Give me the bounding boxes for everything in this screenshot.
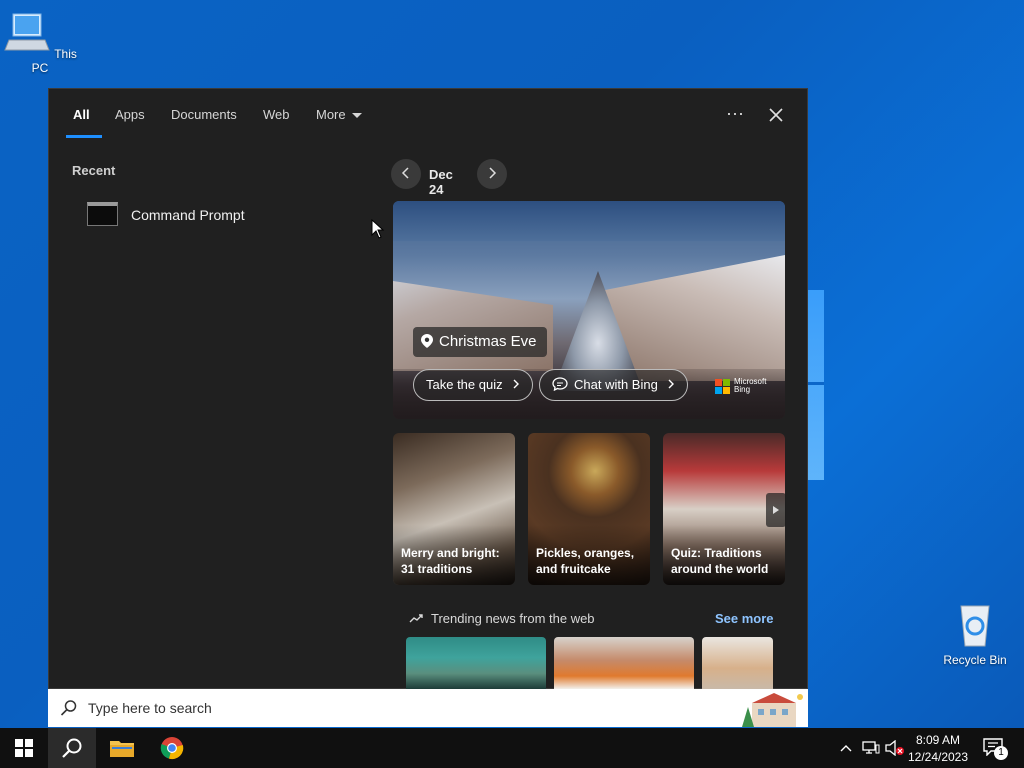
- desktop-icon-this-pc[interactable]: This PC: [0, 10, 80, 75]
- chevron-down-icon: [351, 113, 362, 119]
- tab-apps[interactable]: Apps: [115, 107, 145, 122]
- recent-item-command-prompt[interactable]: Command Prompt: [87, 201, 347, 229]
- tab-all[interactable]: All: [73, 107, 90, 122]
- close-icon: [769, 108, 783, 122]
- windows-logo-icon: [15, 739, 33, 757]
- hero-image-buildings-right: [605, 255, 785, 381]
- see-more-link[interactable]: See more: [715, 611, 774, 626]
- card-pickles-oranges[interactable]: Pickles, oranges, and fruitcake: [528, 433, 650, 585]
- take-quiz-button[interactable]: Take the quiz: [413, 369, 534, 401]
- chevron-left-icon: [401, 167, 409, 179]
- recycle-bin-icon: [960, 605, 990, 647]
- highlight-title: Christmas Eve: [413, 327, 547, 357]
- chevron-up-icon[interactable]: [840, 744, 852, 752]
- ellipsis-icon[interactable]: ···: [721, 103, 749, 127]
- search-icon: [62, 738, 82, 758]
- brand-line-2: Bing: [734, 385, 751, 394]
- network-icon[interactable]: [862, 740, 880, 756]
- bing-brand-text: Microsoft Bing: [734, 378, 766, 394]
- volume-muted-icon[interactable]: [885, 740, 905, 756]
- trending-heading-text: Trending news from the web: [431, 611, 595, 626]
- search-icon: [60, 700, 77, 716]
- chevron-right-icon: [513, 379, 520, 389]
- search-highlight-card[interactable]: Christmas Eve Take the quiz Chat with Bi…: [393, 201, 785, 419]
- highlight-title-text: Christmas Eve: [439, 333, 537, 350]
- search-highlight-doodle-icon: [742, 693, 803, 727]
- tab-more[interactable]: More: [316, 107, 362, 122]
- location-pin-icon: [421, 334, 433, 348]
- tab-documents[interactable]: Documents: [171, 107, 237, 122]
- tab-web[interactable]: Web: [263, 107, 290, 122]
- trending-arrow-icon: [409, 614, 423, 623]
- mouse-cursor-icon: [371, 219, 385, 239]
- card-caption: Pickles, oranges, and fruitcake: [536, 546, 635, 576]
- chat-with-bing-label: Chat with Bing: [574, 377, 658, 392]
- active-tab-indicator: [66, 135, 102, 138]
- notification-count-badge: 1: [994, 746, 1008, 760]
- desktop-icon-label: Recycle Bin: [943, 653, 1007, 667]
- microsoft-bing-logo: Microsoft Bing: [715, 377, 785, 395]
- taskbar-search-button[interactable]: [48, 728, 96, 768]
- close-button[interactable]: [762, 103, 790, 127]
- take-quiz-label: Take the quiz: [426, 377, 503, 392]
- clock-date[interactable]: 12/24/2023: [906, 750, 970, 764]
- recent-item-label: Command Prompt: [131, 207, 245, 223]
- folder-icon: [110, 741, 134, 757]
- trending-thumbnail[interactable]: [554, 637, 694, 689]
- hero-image-sky: [393, 201, 785, 241]
- tab-more-label: More: [316, 107, 346, 122]
- previous-day-button[interactable]: [391, 159, 421, 189]
- desktop-icon-recycle-bin[interactable]: Recycle Bin: [935, 602, 1015, 667]
- trending-heading: Trending news from the web: [409, 611, 595, 626]
- computer-icon: [4, 13, 50, 51]
- cards-scroll-right-button[interactable]: [766, 493, 786, 527]
- action-center-button[interactable]: 1: [980, 736, 1010, 762]
- start-button[interactable]: [0, 728, 48, 768]
- play-right-icon: [773, 506, 779, 514]
- chat-with-bing-button[interactable]: Chat with Bing: [539, 369, 689, 401]
- taskbar-file-explorer[interactable]: [98, 728, 146, 768]
- chat-bubble-icon: [552, 377, 568, 392]
- search-tabs: All Apps Documents Web More ···: [49, 89, 807, 141]
- taskbar-chrome[interactable]: [148, 728, 196, 768]
- clock-time[interactable]: 8:09 AM: [906, 733, 970, 747]
- chevron-right-icon: [489, 167, 497, 179]
- command-prompt-icon: [87, 202, 118, 226]
- recent-heading: Recent: [72, 163, 116, 178]
- chevron-right-icon: [668, 379, 675, 389]
- trending-thumbnail[interactable]: [702, 637, 773, 689]
- highlight-date: Dec 24: [429, 167, 453, 197]
- card-caption: Merry and bright: 31 traditions: [401, 546, 500, 576]
- card-caption: Quiz: Traditions around the world: [671, 546, 769, 576]
- taskbar-search-box[interactable]: Type here to search: [48, 689, 808, 727]
- trending-thumbnail[interactable]: [406, 637, 546, 689]
- search-panel: All Apps Documents Web More ··· Recent C…: [48, 88, 808, 689]
- microsoft-logo-icon: [715, 379, 730, 394]
- next-day-button[interactable]: [477, 159, 507, 189]
- card-traditions[interactable]: Merry and bright: 31 traditions: [393, 433, 515, 585]
- chrome-icon: [160, 737, 184, 760]
- taskbar: 8:09 AM 12/24/2023 1: [0, 728, 1024, 768]
- search-placeholder: Type here to search: [88, 700, 212, 716]
